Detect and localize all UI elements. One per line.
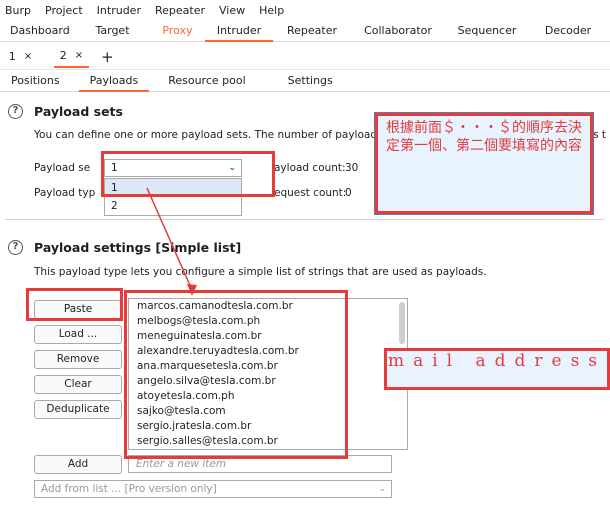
add-from-list-select[interactable]: Add from list ... [Pro version only] ⌄ bbox=[34, 480, 392, 498]
dropdown-option-2[interactable]: 2 bbox=[105, 197, 241, 215]
payload-sets-title: Payload sets bbox=[34, 104, 123, 119]
list-scrollbar[interactable] bbox=[399, 302, 405, 344]
menu-intruder[interactable]: Intruder bbox=[97, 4, 141, 17]
tab-intruder[interactable]: Intruder bbox=[205, 20, 273, 42]
tab-decoder[interactable]: Decoder bbox=[529, 20, 607, 42]
payload-sets-description: You can define one or more payload sets.… bbox=[34, 129, 412, 141]
payload-count-label: ayload count: bbox=[274, 162, 346, 174]
menu-help[interactable]: Help bbox=[259, 4, 284, 17]
attack-tab-1[interactable]: 1 × bbox=[3, 46, 38, 68]
clear-button[interactable]: Clear bbox=[34, 375, 122, 394]
remove-button[interactable]: Remove bbox=[34, 350, 122, 369]
attack-tab-label: 2 bbox=[59, 49, 67, 62]
close-icon[interactable]: × bbox=[24, 51, 32, 62]
payload-set-highlight bbox=[101, 151, 275, 197]
payload-count-value: 30 bbox=[345, 162, 359, 174]
section-divider bbox=[5, 219, 605, 220]
close-icon[interactable]: × bbox=[75, 50, 83, 61]
help-icon[interactable]: ? bbox=[8, 104, 23, 119]
tab-positions[interactable]: Positions bbox=[0, 70, 71, 92]
payload-settings-description: This payload type lets you configure a s… bbox=[34, 266, 487, 278]
request-count-label: equest count: bbox=[274, 187, 347, 199]
order-annotation-note: 根據前面＄・・・＄的順序去決定第一個、第二個要填寫的內容 bbox=[374, 112, 594, 215]
tab-proxy[interactable]: Proxy bbox=[150, 20, 205, 42]
list-highlight bbox=[124, 290, 348, 459]
mail-address-annotation: mail address bbox=[384, 348, 610, 390]
add-button[interactable]: Add bbox=[34, 455, 122, 474]
add-from-list-label: Add from list ... [Pro version only] bbox=[41, 483, 217, 495]
menu-burp[interactable]: Burp bbox=[5, 4, 31, 17]
menu-repeater[interactable]: Repeater bbox=[155, 4, 205, 17]
chevron-down-icon: ⌄ bbox=[378, 484, 386, 494]
tab-settings[interactable]: Settings bbox=[277, 70, 344, 92]
paste-highlight bbox=[26, 288, 123, 321]
tab-dashboard[interactable]: Dashboard bbox=[0, 20, 75, 42]
attack-tab-2[interactable]: 2 × bbox=[54, 46, 89, 68]
attack-tabs: 1 × 2 × + bbox=[0, 44, 610, 70]
tab-resource-pool[interactable]: Resource pool bbox=[157, 70, 256, 92]
tab-collaborator[interactable]: Collaborator bbox=[351, 20, 445, 42]
load-button[interactable]: Load ... bbox=[34, 325, 122, 344]
help-icon[interactable]: ? bbox=[8, 240, 23, 255]
tab-target[interactable]: Target bbox=[75, 20, 150, 42]
tool-tabs: Dashboard Target Proxy Intruder Repeater… bbox=[0, 20, 610, 42]
tab-payloads[interactable]: Payloads bbox=[78, 70, 150, 92]
request-count-value: 0 bbox=[345, 187, 352, 199]
menu-project[interactable]: Project bbox=[45, 4, 83, 17]
tab-sequencer[interactable]: Sequencer bbox=[445, 20, 529, 42]
payload-settings-title: Payload settings [Simple list] bbox=[34, 240, 242, 255]
menu-bar: Burp Project Intruder Repeater View Help bbox=[0, 0, 610, 20]
attack-tab-label: 1 bbox=[8, 50, 16, 63]
payload-set-label: Payload se bbox=[34, 162, 91, 174]
deduplicate-button[interactable]: Deduplicate bbox=[34, 400, 122, 419]
intruder-subtabs: Positions Payloads Resource pool Setting… bbox=[0, 70, 610, 92]
add-tab-icon[interactable]: + bbox=[101, 48, 114, 66]
payload-type-label: Payload typ bbox=[34, 187, 96, 199]
tab-repeater[interactable]: Repeater bbox=[273, 20, 351, 42]
menu-view[interactable]: View bbox=[219, 4, 245, 17]
